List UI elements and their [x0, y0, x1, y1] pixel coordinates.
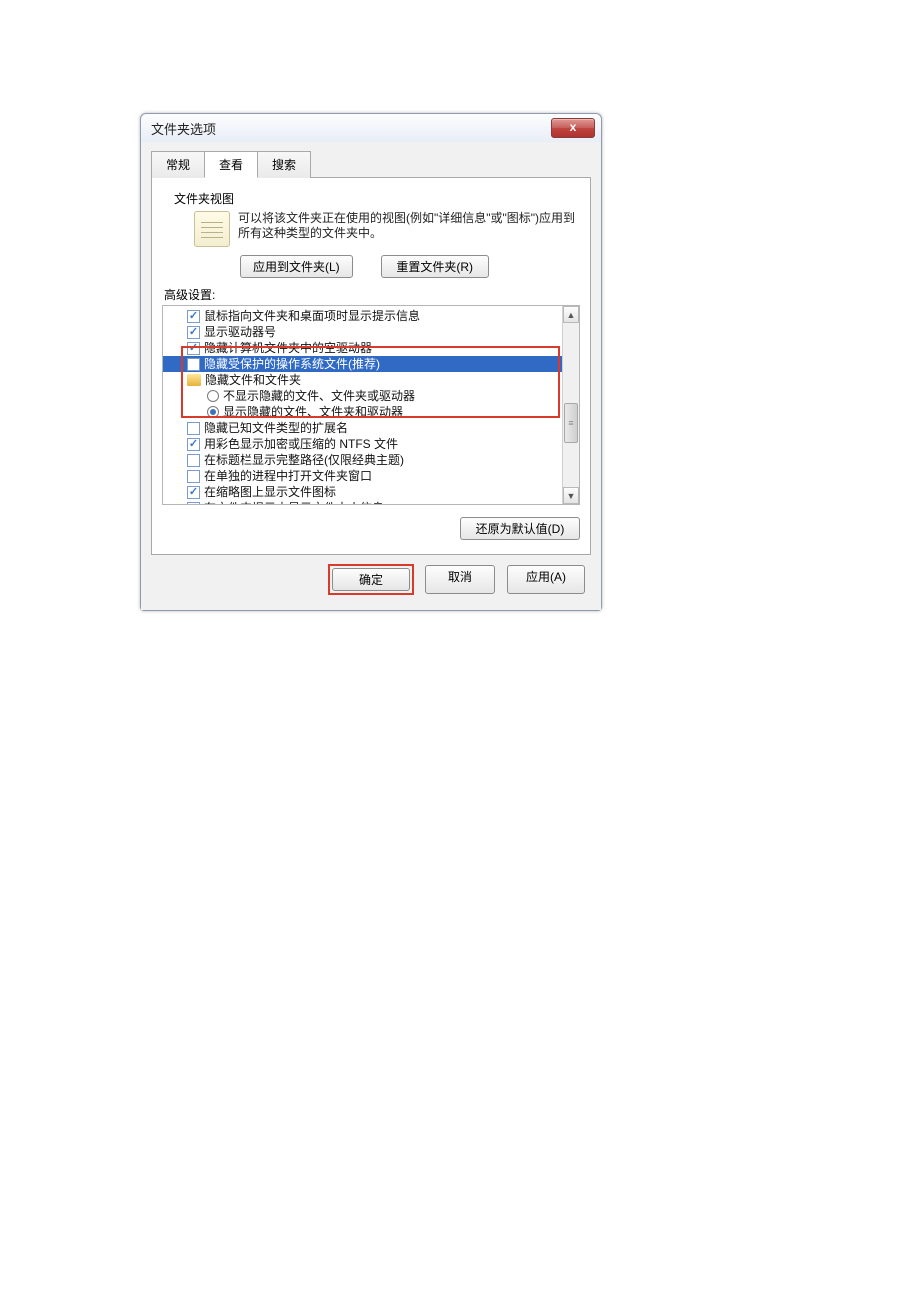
- adv-item-label: 不显示隐藏的文件、文件夹或驱动器: [223, 388, 415, 404]
- adv-item[interactable]: 隐藏计算机文件夹中的空驱动器: [163, 340, 562, 356]
- adv-item-label: 在单独的进程中打开文件夹窗口: [204, 468, 372, 484]
- advanced-settings-box: 鼠标指向文件夹和桌面项时显示提示信息显示驱动器号隐藏计算机文件夹中的空驱动器隐藏…: [162, 305, 580, 505]
- adv-item[interactable]: 隐藏受保护的操作系统文件(推荐): [163, 356, 562, 372]
- adv-item[interactable]: 显示驱动器号: [163, 324, 562, 340]
- adv-item[interactable]: 在单独的进程中打开文件夹窗口: [163, 468, 562, 484]
- close-icon: x: [570, 120, 577, 134]
- adv-item[interactable]: 鼠标指向文件夹和桌面项时显示提示信息: [163, 308, 562, 324]
- scroll-down-button[interactable]: ▼: [563, 487, 579, 504]
- checkbox-icon[interactable]: [187, 470, 200, 483]
- adv-item-label: 用彩色显示加密或压缩的 NTFS 文件: [204, 436, 398, 452]
- close-button[interactable]: x: [551, 118, 595, 138]
- advanced-settings-list[interactable]: 鼠标指向文件夹和桌面项时显示提示信息显示驱动器号隐藏计算机文件夹中的空驱动器隐藏…: [163, 306, 562, 504]
- restore-row: 还原为默认值(D): [162, 517, 580, 540]
- view-panel: 文件夹视图 可以将该文件夹正在使用的视图(例如"详细信息"或"图标")应用到所有…: [151, 177, 591, 555]
- adv-item[interactable]: 不显示隐藏的文件、文件夹或驱动器: [163, 388, 562, 404]
- adv-item-label: 隐藏计算机文件夹中的空驱动器: [204, 340, 372, 356]
- checkbox-icon[interactable]: [187, 326, 200, 339]
- folder-icon: [187, 374, 201, 386]
- checkbox-icon[interactable]: [187, 310, 200, 323]
- apply-button[interactable]: 应用(A): [507, 565, 585, 594]
- checkbox-icon[interactable]: [187, 486, 200, 499]
- adv-item-label: 显示隐藏的文件、文件夹和驱动器: [223, 404, 403, 420]
- scroll-up-button[interactable]: ▲: [563, 306, 579, 323]
- scroll-thumb[interactable]: [564, 403, 578, 443]
- folder-options-dialog: 文件夹选项 x 常规 查看 搜索 文件夹视图 可以将该文件夹正在使用的视图(例如…: [140, 113, 602, 611]
- dialog-client: 常规 查看 搜索 文件夹视图 可以将该文件夹正在使用的视图(例如"详细信息"或"…: [141, 142, 601, 610]
- reset-folders-button[interactable]: 重置文件夹(R): [381, 255, 489, 278]
- folderview-buttons: 应用到文件夹(L) 重置文件夹(R): [240, 255, 580, 278]
- ok-highlight: 确定: [329, 565, 413, 594]
- tab-strip: 常规 查看 搜索: [151, 151, 591, 178]
- scrollbar[interactable]: ▲ ▼: [562, 306, 579, 504]
- dialog-title: 文件夹选项: [151, 119, 551, 138]
- folderview-desc: 可以将该文件夹正在使用的视图(例如"详细信息"或"图标")应用到所有这种类型的文…: [238, 211, 576, 241]
- radio-icon[interactable]: [207, 406, 219, 418]
- adv-item-label: 显示驱动器号: [204, 324, 276, 340]
- adv-item-label: 在标题栏显示完整路径(仅限经典主题): [204, 452, 404, 468]
- checkbox-icon[interactable]: [187, 454, 200, 467]
- tab-search[interactable]: 搜索: [257, 151, 311, 178]
- adv-item-label: 隐藏受保护的操作系统文件(推荐): [204, 356, 380, 372]
- checkbox-icon[interactable]: [187, 422, 200, 435]
- checkbox-icon[interactable]: [187, 358, 200, 371]
- folderview-row: 可以将该文件夹正在使用的视图(例如"详细信息"或"图标")应用到所有这种类型的文…: [162, 211, 580, 247]
- adv-item-label: 在文件夹提示中显示文件大小信息: [204, 500, 384, 504]
- radio-icon[interactable]: [207, 390, 219, 402]
- ok-button[interactable]: 确定: [332, 568, 410, 591]
- scroll-track[interactable]: [563, 323, 579, 487]
- tab-view[interactable]: 查看: [204, 151, 258, 178]
- adv-item[interactable]: 在缩略图上显示文件图标: [163, 484, 562, 500]
- adv-item[interactable]: 在文件夹提示中显示文件大小信息: [163, 500, 562, 504]
- advanced-label: 高级设置:: [164, 286, 580, 303]
- adv-item[interactable]: 显示隐藏的文件、文件夹和驱动器: [163, 404, 562, 420]
- adv-item-label: 鼠标指向文件夹和桌面项时显示提示信息: [204, 308, 420, 324]
- checkbox-icon[interactable]: [187, 438, 200, 451]
- dialog-button-row: 确定 取消 应用(A): [151, 555, 591, 600]
- adv-item-label: 隐藏文件和文件夹: [205, 372, 301, 388]
- adv-item-label: 隐藏已知文件类型的扩展名: [204, 420, 348, 436]
- adv-item[interactable]: 在标题栏显示完整路径(仅限经典主题): [163, 452, 562, 468]
- checkbox-icon[interactable]: [187, 342, 200, 355]
- folder-view-icon: [194, 211, 230, 247]
- adv-item[interactable]: 隐藏已知文件类型的扩展名: [163, 420, 562, 436]
- adv-item-label: 在缩略图上显示文件图标: [204, 484, 336, 500]
- checkbox-icon[interactable]: [187, 502, 200, 505]
- folderview-label: 文件夹视图: [174, 190, 580, 207]
- adv-item[interactable]: 用彩色显示加密或压缩的 NTFS 文件: [163, 436, 562, 452]
- restore-defaults-button[interactable]: 还原为默认值(D): [460, 517, 580, 540]
- titlebar[interactable]: 文件夹选项 x: [141, 114, 601, 142]
- adv-item[interactable]: 隐藏文件和文件夹: [163, 372, 562, 388]
- apply-to-folders-button[interactable]: 应用到文件夹(L): [240, 255, 353, 278]
- tab-general[interactable]: 常规: [151, 151, 205, 178]
- cancel-button[interactable]: 取消: [425, 565, 495, 594]
